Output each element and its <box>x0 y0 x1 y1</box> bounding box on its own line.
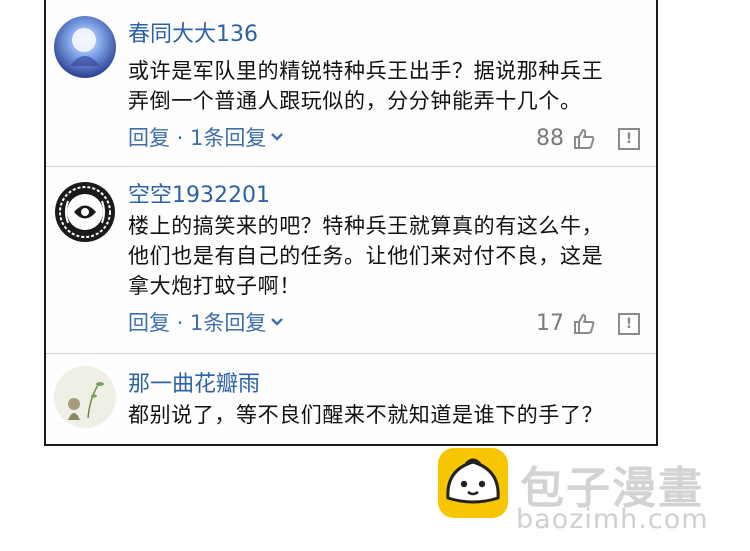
comment-text-line: 或许是军队里的精锐特种兵王出手？据说那种兵王 <box>128 59 604 83</box>
comment-text: 都别说了，等不良们醒来不就知道是谁下的手了？ <box>128 400 650 430</box>
comment-text-line: 他们也是有自己的任务。让他们来对付不良，这是 <box>128 244 604 268</box>
comment-text: 楼上的搞笑来的吧？特种兵王就算真的有这么牛， 他们也是有自己的任务。让他们来对付… <box>128 211 650 301</box>
comment-actions: 17 ! <box>536 311 640 336</box>
comment-actions: 88 ! <box>536 126 640 151</box>
comment-text-line: 拿大炮打蚊子啊！ <box>128 274 301 298</box>
avatar[interactable] <box>54 16 116 78</box>
reply-label: 回复 · 1条回复 <box>128 311 267 335</box>
thumbs-up-icon[interactable] <box>572 127 596 151</box>
like-count: 17 <box>536 311 564 336</box>
comment-text-line: 楼上的搞笑来的吧？特种兵王就算真的有这么牛， <box>128 214 604 238</box>
comment-username[interactable]: 那一曲花瓣雨 <box>128 366 260 398</box>
chevron-down-icon <box>271 133 284 141</box>
thumbs-up-icon[interactable] <box>572 312 596 336</box>
avatar[interactable] <box>54 366 116 428</box>
comment-username[interactable]: 空空1932201 <box>128 177 270 209</box>
chevron-down-icon <box>271 318 284 326</box>
comment-item: 空空1932201 楼上的搞笑来的吧？特种兵王就算真的有这么牛， 他们也是有自己… <box>46 167 656 353</box>
watermark: 包子漫畫 baozimh.com <box>434 446 750 551</box>
bun-logo-icon <box>438 448 508 518</box>
comment-username[interactable]: 春同大大136 <box>128 16 258 48</box>
watermark-url: baozimh.com <box>516 504 709 535</box>
report-icon[interactable]: ! <box>618 312 640 335</box>
comment-panel: 春同大大136 或许是军队里的精锐特种兵王出手？据说那种兵王 弄倒一个普通人跟玩… <box>44 0 658 446</box>
like-count: 88 <box>536 126 564 151</box>
comment-text-line: 都别说了，等不良们醒来不就知道是谁下的手了？ <box>128 403 604 427</box>
report-icon[interactable]: ! <box>618 127 640 150</box>
comment-item: 春同大大136 或许是军队里的精锐特种兵王出手？据说那种兵王 弄倒一个普通人跟玩… <box>46 0 656 166</box>
comment-text: 或许是军队里的精锐特种兵王出手？据说那种兵王 弄倒一个普通人跟玩似的，分分钟能弄… <box>128 56 650 116</box>
comment-text-line: 弄倒一个普通人跟玩似的，分分钟能弄十几个。 <box>128 89 582 113</box>
reply-button[interactable]: 回复 · 1条回复 <box>128 122 284 152</box>
avatar[interactable] <box>54 181 116 243</box>
reply-label: 回复 · 1条回复 <box>128 126 267 150</box>
comment-item: 那一曲花瓣雨 都别说了，等不良们醒来不就知道是谁下的手了？ <box>46 354 656 444</box>
reply-button[interactable]: 回复 · 1条回复 <box>128 307 284 337</box>
